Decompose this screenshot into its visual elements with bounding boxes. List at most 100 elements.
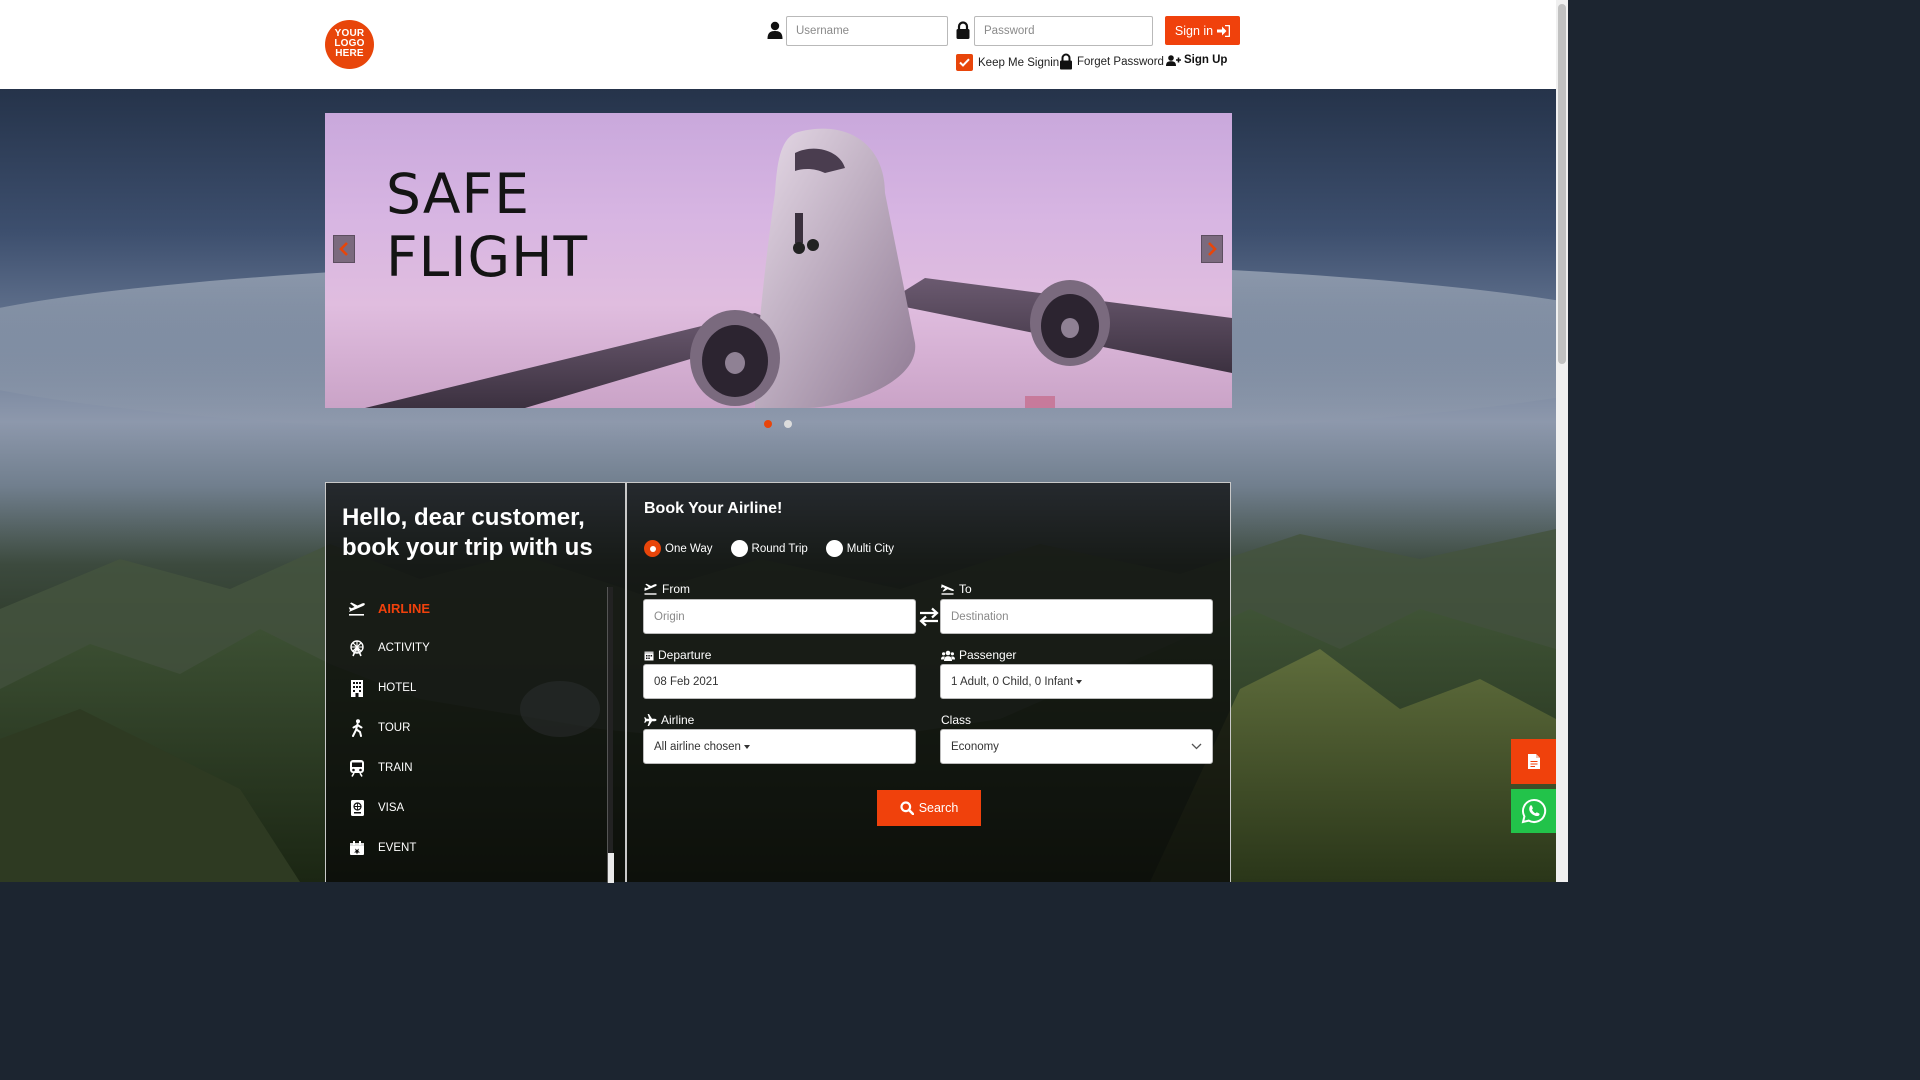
trip-type-round-trip[interactable]: Round Trip — [730, 540, 808, 557]
sign-in-button[interactable]: Sign in — [1165, 16, 1240, 45]
passenger-label-text: Passenger — [959, 648, 1017, 662]
check-icon — [959, 58, 970, 67]
plane-departure-icon — [644, 583, 657, 595]
carousel-dot-2[interactable] — [784, 420, 792, 428]
train-icon — [347, 758, 367, 778]
menu-item-visa-label: VISA — [378, 802, 405, 814]
carousel-next-button[interactable] — [1201, 235, 1223, 263]
keep-me-signin[interactable]: Keep Me Signin — [956, 54, 1059, 71]
passport-icon — [347, 798, 367, 818]
round-trip-label: Round Trip — [751, 542, 808, 555]
departure-date-input[interactable] — [643, 664, 916, 699]
booking-form-title: Book Your Airline! — [644, 500, 783, 517]
airline-label: Airline — [644, 713, 694, 727]
menu-item-tour[interactable]: TOUR — [326, 708, 609, 748]
trip-type-one-way[interactable]: One Way — [644, 540, 713, 557]
keep-me-checkbox[interactable] — [956, 54, 973, 71]
ferris-wheel-icon — [347, 638, 367, 658]
destination-input[interactable] — [940, 599, 1213, 634]
one-way-label: One Way — [665, 542, 713, 555]
whatsapp-icon — [1521, 798, 1546, 824]
carousel-dot-1[interactable] — [764, 420, 772, 428]
class-label-text: Class — [941, 713, 972, 727]
search-button[interactable]: Search — [877, 790, 981, 826]
menu-scrollbar-thumb[interactable] — [608, 853, 614, 883]
trip-type-group: One Way Round Trip Multi City — [644, 540, 902, 557]
menu-item-visa[interactable]: VISA — [326, 788, 609, 828]
search-icon — [900, 801, 914, 815]
lock-icon — [1060, 53, 1072, 70]
one-way-radio[interactable] — [644, 540, 661, 557]
user-icon — [767, 21, 783, 39]
greeting-heading: Hello, dear customer, book your trip wit… — [342, 504, 593, 561]
site-logo[interactable]: YOUR LOGO HERE — [325, 20, 374, 69]
round-trip-radio[interactable] — [730, 540, 748, 557]
service-menu-panel: Hello, dear customer, book your trip wit… — [325, 482, 626, 883]
building-icon — [347, 678, 367, 698]
multi-city-label: Multi City — [846, 542, 895, 555]
top-header: YOUR LOGO HERE Sign in Keep Me Signin — [0, 0, 1556, 89]
departure-label: Departure — [644, 648, 711, 662]
calendar-icon — [347, 838, 367, 858]
from-label: From — [644, 582, 690, 596]
chevron-down-icon — [1191, 743, 1202, 750]
passenger-label: Passenger — [941, 648, 1016, 662]
to-label-text: To — [959, 582, 972, 596]
logo-line-3: HERE — [335, 48, 364, 59]
banner-title-line-2: FLIGHT — [386, 225, 589, 289]
user-plus-icon — [1166, 54, 1181, 66]
swap-icon[interactable] — [917, 606, 941, 628]
airline-dropdown[interactable]: All airline chosen — [643, 729, 916, 764]
document-icon — [1527, 754, 1540, 769]
menu-item-hotel-label: HOTEL — [378, 682, 417, 694]
lock-icon — [956, 21, 970, 39]
sign-up-label: Sign Up — [1184, 54, 1228, 66]
service-menu: AIRLINE ACTIVITY HOTEL TOUR TRAIN VISA E… — [326, 588, 609, 868]
chevron-left-icon — [339, 242, 348, 256]
sign-in-icon — [1217, 24, 1231, 37]
calendar-icon — [644, 651, 654, 660]
trip-type-multi-city[interactable]: Multi City — [825, 540, 895, 557]
to-label: To — [941, 582, 972, 596]
forget-password-link[interactable]: Forget Password — [1059, 53, 1164, 70]
airline-value: All airline chosen — [654, 740, 741, 753]
document-float-button[interactable] — [1511, 739, 1556, 784]
sign-up-link[interactable]: Sign Up — [1166, 54, 1227, 66]
page-scrollbar-thumb[interactable] — [1558, 4, 1566, 364]
menu-item-train-label: TRAIN — [378, 762, 413, 774]
chevron-right-icon — [1208, 242, 1217, 256]
menu-item-airline-label: AIRLINE — [378, 600, 430, 616]
menu-item-hotel[interactable]: HOTEL — [326, 668, 609, 708]
menu-scrollbar[interactable] — [607, 587, 614, 883]
plane-icon — [644, 714, 657, 726]
search-label: Search — [918, 801, 959, 815]
menu-item-train[interactable]: TRAIN — [326, 748, 609, 788]
multi-city-radio[interactable] — [825, 540, 843, 557]
banner-title: SAFE FLIGHT — [386, 163, 646, 289]
users-icon — [941, 650, 955, 661]
caret-down-icon — [743, 744, 750, 749]
class-value: Economy — [951, 740, 999, 753]
menu-item-airline[interactable]: AIRLINE — [326, 588, 609, 628]
menu-item-activity[interactable]: ACTIVITY — [326, 628, 609, 668]
password-input[interactable] — [974, 16, 1153, 46]
username-input[interactable] — [786, 16, 948, 46]
hiker-icon — [347, 718, 367, 738]
menu-item-event-label: EVENT — [378, 842, 417, 854]
whatsapp-float-button[interactable] — [1511, 789, 1556, 833]
carousel-prev-button[interactable] — [333, 235, 355, 263]
passenger-dropdown[interactable]: 1 Adult, 0 Child, 0 Infant — [940, 664, 1213, 699]
passenger-value: 1 Adult, 0 Child, 0 Infant — [951, 675, 1074, 688]
plane-takeoff-icon — [347, 598, 367, 618]
class-label: Class — [941, 713, 971, 727]
page-scrollbar[interactable] — [1556, 0, 1568, 882]
menu-item-event[interactable]: EVENT — [326, 828, 609, 868]
carousel-indicators — [764, 420, 792, 428]
menu-item-activity-label: ACTIVITY — [378, 642, 430, 654]
plane-arrival-icon — [941, 584, 954, 595]
menu-item-tour-label: TOUR — [378, 722, 411, 734]
class-select[interactable]: Economy — [940, 729, 1213, 764]
departure-label-text: Departure — [658, 648, 712, 662]
origin-input[interactable] — [643, 599, 916, 634]
caret-down-icon — [1076, 679, 1083, 684]
